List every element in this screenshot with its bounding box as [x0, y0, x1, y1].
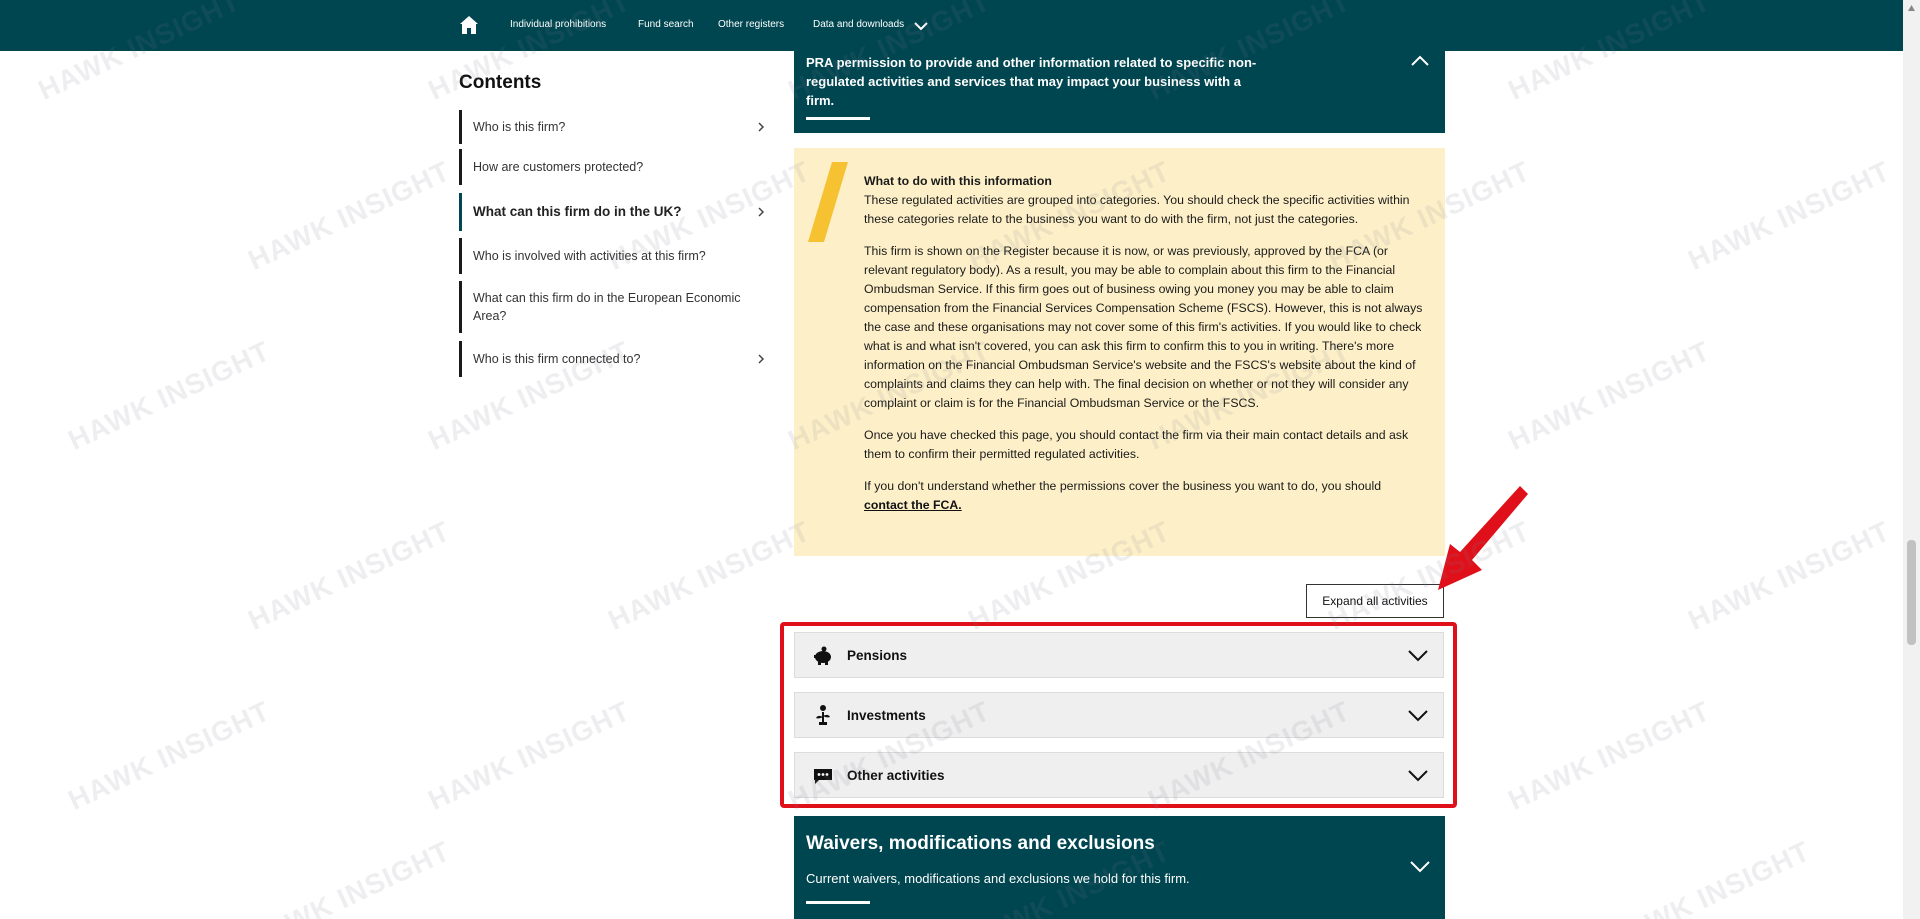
watermark-text: HAWK INSIGHT	[1503, 695, 1715, 816]
chevron-right-icon	[758, 122, 765, 132]
watermark-text: HAWK INSIGHT	[1503, 335, 1715, 456]
toc-item-eea-activities[interactable]: What can this firm do in the European Ec…	[459, 281, 766, 333]
waivers-panel[interactable]: Waivers, modifications and exclusions Cu…	[794, 816, 1445, 919]
watermark-text: HAWK INSIGHT	[243, 835, 455, 919]
watermark-text: HAWK INSIGHT	[1683, 515, 1895, 636]
info-body: What to do with this information These r…	[864, 172, 1424, 515]
chevron-up-icon[interactable]	[1409, 51, 1431, 71]
vertical-scrollbar[interactable]	[1903, 0, 1920, 919]
toc-item-who-is-this-firm[interactable]: Who is this firm?	[459, 110, 766, 144]
pra-permission-text: PRA permission to provide and other info…	[806, 55, 1257, 108]
toc-item-label: What can this firm do in the European Ec…	[473, 291, 741, 323]
contents-heading: Contents	[459, 72, 542, 93]
watermark-text: HAWK INSIGHT	[423, 695, 635, 816]
chevron-down-icon[interactable]	[1409, 858, 1431, 874]
chevron-right-icon	[758, 207, 765, 217]
waivers-subtitle: Current waivers, modifications and exclu…	[806, 871, 1190, 886]
accordion-investments[interactable]: Investments	[794, 692, 1444, 738]
info-paragraph: Once you have checked this page, you sho…	[864, 428, 1409, 461]
toc-item-connected-firms[interactable]: Who is this firm connected to?	[459, 341, 766, 377]
pra-permission-panel: PRA permission to provide and other info…	[794, 51, 1445, 133]
watermark-text: HAWK INSIGHT	[63, 695, 275, 816]
section-underline	[806, 117, 870, 120]
scroll-up-arrow-icon[interactable]	[1907, 4, 1916, 12]
section-underline	[806, 901, 870, 904]
expand-all-activities-button[interactable]: Expand all activities	[1306, 584, 1444, 618]
plant-coin-icon	[816, 705, 830, 725]
chevron-down-icon	[1408, 650, 1428, 662]
toc-item-uk-activities[interactable]: What can this firm do in the UK?	[459, 193, 766, 231]
toc-item-label: What can this firm do in the UK?	[473, 204, 682, 219]
chat-dots-icon	[814, 769, 832, 784]
info-heading: What to do with this information	[864, 174, 1052, 188]
accordion-label: Investments	[847, 707, 926, 723]
toc-item-who-is-involved[interactable]: Who is involved with activities at this …	[459, 238, 766, 274]
watermark-text: HAWK INSIGHT	[603, 515, 815, 636]
chevron-down-icon	[1408, 710, 1428, 722]
waivers-title: Waivers, modifications and exclusions	[806, 833, 1155, 854]
top-navigation-bar: Individual prohibitions Fund search Othe…	[0, 0, 1920, 51]
watermark-text: HAWK INSIGHT	[243, 155, 455, 276]
piggy-bank-icon	[814, 646, 831, 665]
accent-slash-icon	[808, 162, 848, 242]
toc-item-label: Who is this firm?	[473, 120, 566, 134]
watermark-text: HAWK INSIGHT	[1603, 835, 1815, 919]
nav-link-individual-prohibitions[interactable]: Individual prohibitions	[510, 19, 606, 30]
chevron-down-icon[interactable]	[913, 19, 929, 33]
info-paragraph: This firm is shown on the Register becau…	[864, 244, 1423, 410]
watermark-text: HAWK INSIGHT	[243, 515, 455, 636]
watermark-text: HAWK INSIGHT	[63, 335, 275, 456]
toc-item-label: Who is involved with activities at this …	[473, 249, 706, 263]
chevron-right-icon	[758, 354, 765, 364]
info-callout: What to do with this information These r…	[794, 148, 1445, 556]
home-icon[interactable]	[458, 14, 480, 36]
toc-item-label: Who is this firm connected to?	[473, 352, 641, 366]
nav-link-fund-search[interactable]: Fund search	[638, 19, 694, 30]
accordion-label: Pensions	[847, 647, 908, 663]
toc-item-label: How are customers protected?	[473, 160, 644, 174]
info-paragraph: These regulated activities are grouped i…	[864, 193, 1410, 226]
nav-link-other-registers[interactable]: Other registers	[718, 19, 784, 30]
accordion-label: Other activities	[847, 767, 945, 783]
watermark-text: HAWK INSIGHT	[1683, 155, 1895, 276]
info-paragraph: If you don't understand whether the perm…	[864, 479, 1382, 493]
scrollbar-thumb[interactable]	[1907, 540, 1916, 645]
contact-fca-link[interactable]: contact the FCA.	[864, 498, 962, 512]
chevron-down-icon	[1408, 770, 1428, 782]
toc-item-customer-protection[interactable]: How are customers protected?	[459, 149, 766, 185]
nav-link-data-and-downloads[interactable]: Data and downloads	[813, 19, 904, 30]
accordion-other-activities[interactable]: Other activities	[794, 752, 1444, 798]
accordion-pensions[interactable]: Pensions	[794, 632, 1444, 678]
